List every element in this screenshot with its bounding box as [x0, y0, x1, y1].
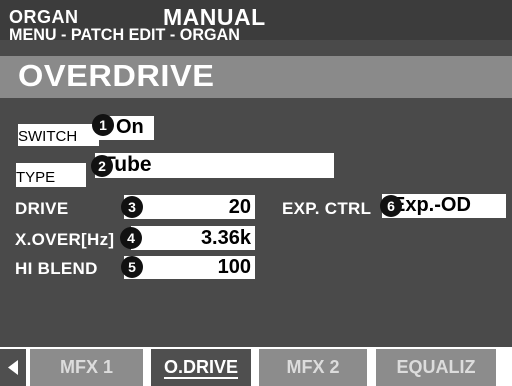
expctrl-label: EXP. CTRL — [282, 199, 372, 218]
tab-bar: MFX 1 O.DRIVE MFX 2 EQUALIZ — [0, 347, 512, 386]
hiblend-label: HI BLEND — [15, 259, 98, 278]
badge-2: 2 — [91, 155, 113, 177]
left-arrow-button[interactable] — [0, 349, 26, 386]
tab-odrive[interactable]: O.DRIVE — [151, 349, 251, 386]
page-title: OVERDRIVE — [18, 58, 215, 93]
tab-mfx1[interactable]: MFX 1 — [30, 349, 143, 386]
xover-label: X.OVER[Hz] — [15, 230, 115, 249]
badge-6: 6 — [380, 195, 402, 217]
type-value-field[interactable]: Tube — [95, 153, 334, 178]
tab-mfx2[interactable]: MFX 2 — [259, 349, 367, 386]
badge-1: 1 — [92, 114, 114, 136]
drive-value-field[interactable]: 20 — [124, 195, 255, 219]
switch-label: SWITCH — [18, 124, 99, 146]
hiblend-value-field[interactable]: 100 — [124, 256, 255, 279]
drive-value: 20 — [228, 196, 251, 218]
badge-4: 4 — [120, 227, 142, 249]
breadcrumb: MENU - PATCH EDIT - ORGAN — [9, 25, 240, 44]
xover-value: 3.36k — [200, 227, 251, 249]
type-label: TYPE — [16, 163, 86, 187]
badge-3: 3 — [121, 196, 143, 218]
tab-equaliz[interactable]: EQUALIZ — [376, 349, 496, 386]
hiblend-value: 100 — [217, 256, 251, 278]
left-arrow-icon — [8, 360, 18, 375]
expctrl-value: Exp.-OD — [392, 194, 471, 216]
switch-label-text: SWITCH — [18, 128, 78, 145]
xover-value-field[interactable]: 3.36k — [131, 226, 255, 250]
drive-label: DRIVE — [15, 199, 69, 218]
badge-5: 5 — [121, 256, 143, 278]
tab-odrive-label: O.DRIVE — [163, 357, 238, 377]
tab-mfx2-label: MFX 2 — [286, 357, 340, 377]
switch-value: On — [116, 116, 144, 138]
tab-mfx1-label: MFX 1 — [59, 357, 113, 377]
tab-equaliz-label: EQUALIZ — [396, 357, 476, 377]
type-label-text: TYPE — [16, 169, 56, 186]
organ-display-screen: ORGAN MANUAL MENU - PATCH EDIT - ORGAN O… — [0, 0, 512, 386]
